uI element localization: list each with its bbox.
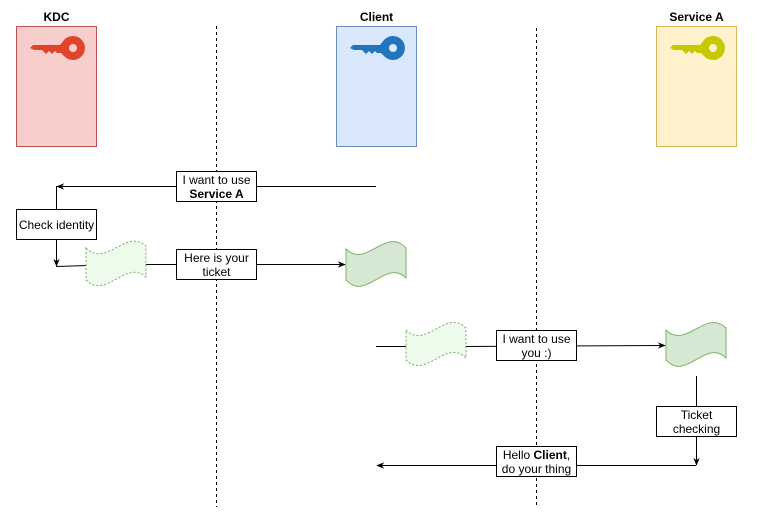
message-request-label: I want to use Service A xyxy=(176,171,257,202)
ticket-ghost-client xyxy=(405,321,467,367)
message-reply-bold: Client xyxy=(533,447,567,462)
diagram-canvas xyxy=(16,26,737,507)
message-reply-line1: Hello Client, xyxy=(503,448,570,462)
message-ticket-line2: ticket xyxy=(202,264,231,279)
actor-title-client: Client xyxy=(359,10,394,24)
message-request-line2: Service A xyxy=(189,186,244,201)
message-reply-post: , xyxy=(566,447,571,462)
message-reply-pre: Hello xyxy=(502,447,534,462)
actor-title-service: Service A xyxy=(669,10,724,24)
ticket-service xyxy=(665,321,727,367)
message-use-line2: you :) xyxy=(521,345,552,360)
message-request-line1: I want to use xyxy=(182,172,251,187)
ticket-ghost-kdc xyxy=(85,240,147,287)
message-use-line1: I want to use xyxy=(502,331,571,346)
actor-box-kdc xyxy=(16,26,97,147)
ticket-checking-line1: Ticket xyxy=(680,407,713,422)
actor-title-kdc: KDC xyxy=(43,10,70,24)
check-identity-box: Check identity xyxy=(16,209,97,240)
ticket-checking-line2: checking xyxy=(672,421,721,436)
message-reply-line2: do your thing xyxy=(501,461,572,476)
ticket-checking-box: Ticket checking xyxy=(656,406,737,437)
message-ticket-label: Here is your ticket xyxy=(176,249,257,280)
message-reply-label: Hello Client, do your thing xyxy=(496,446,577,477)
message-ticket-line1: Here is your xyxy=(184,250,249,265)
connector-to-ticket xyxy=(55,265,88,267)
actor-box-client xyxy=(336,26,417,147)
message-use-label: I want to use you :) xyxy=(496,330,577,361)
actor-box-service xyxy=(656,26,737,147)
check-identity-text: Check identity xyxy=(18,217,95,232)
ticket-client xyxy=(345,241,407,287)
